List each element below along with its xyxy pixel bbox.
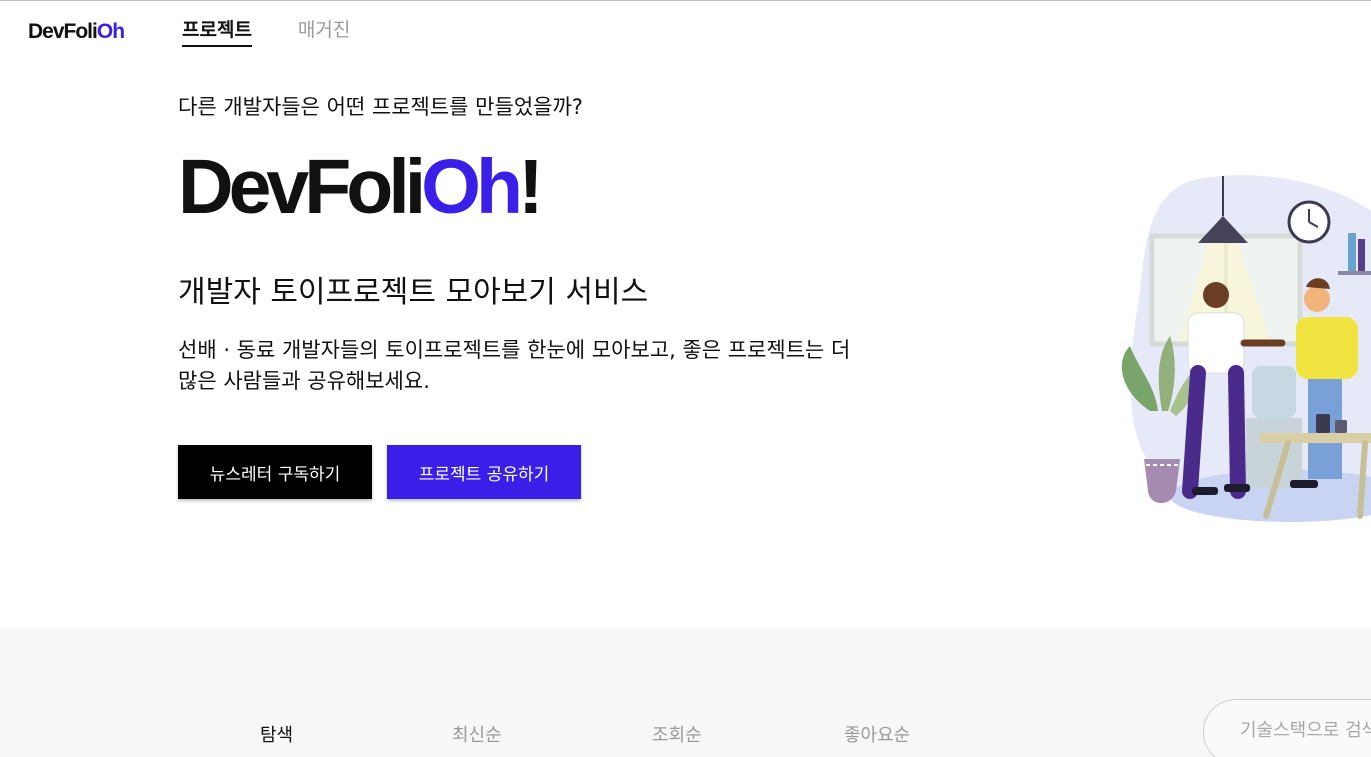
logo-text: DevFoli bbox=[28, 20, 98, 43]
subscribe-newsletter-button[interactable]: 뉴스레터 구독하기 bbox=[178, 445, 372, 499]
hero-logo-suffix: ! bbox=[518, 144, 544, 230]
sort-tabs: 탐색 최신순 조회순 좋아요순 bbox=[260, 721, 910, 747]
hero-tagline: 개발자 토이프로젝트 모아보기 서비스 bbox=[178, 275, 649, 310]
nav-item-projects[interactable]: 프로젝트 bbox=[182, 15, 252, 47]
tab-views[interactable]: 조회순 bbox=[652, 721, 844, 747]
share-project-button[interactable]: 프로젝트 공유하기 bbox=[387, 445, 581, 499]
tab-latest[interactable]: 최신순 bbox=[452, 721, 652, 747]
hero-description: 선배 · 동료 개발자들의 토이프로젝트를 한눈에 모아보고, 좋은 프로젝트는… bbox=[178, 335, 958, 397]
brand-logo[interactable]: DevFoliOh bbox=[28, 20, 125, 44]
hero-illustration bbox=[1121, 175, 1371, 522]
hero-logo-accent: Oh bbox=[421, 144, 523, 230]
tech-stack-search[interactable] bbox=[1203, 699, 1371, 757]
tab-likes[interactable]: 좋아요순 bbox=[844, 721, 910, 747]
logo-accent-text: Oh bbox=[96, 20, 125, 43]
hero-description-line-2: 많은 사람들과 공유해보세요. bbox=[178, 369, 430, 393]
explore-filter-bar: 탐색 최신순 조회순 좋아요순 bbox=[0, 629, 1371, 757]
top-nav: 프로젝트 매거진 bbox=[182, 15, 350, 47]
hero-logo-main: DevFoli bbox=[178, 144, 426, 230]
hero-logo: DevFoliOh! bbox=[178, 149, 544, 226]
hero-subtitle: 다른 개발자들은 어떤 프로젝트를 만들었을까? bbox=[178, 95, 583, 119]
nav-item-magazine[interactable]: 매거진 bbox=[298, 15, 350, 47]
tech-stack-search-input[interactable] bbox=[1240, 720, 1371, 741]
tab-explore[interactable]: 탐색 bbox=[260, 721, 452, 747]
hero-description-line-1: 선배 · 동료 개발자들의 토이프로젝트를 한눈에 모아보고, 좋은 프로젝트는… bbox=[178, 338, 851, 362]
